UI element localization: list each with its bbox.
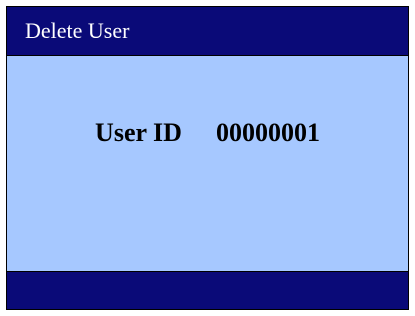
user-id-value: 00000001 [215, 118, 320, 147]
window-title: Delete User [25, 18, 130, 43]
user-id-label: User ID [95, 118, 182, 147]
user-id-row: User ID 00000001 [7, 118, 408, 148]
footer-bar [7, 272, 408, 309]
title-bar: Delete User [7, 7, 408, 55]
content-panel: User ID 00000001 [7, 56, 408, 271]
dialog-window: Delete User User ID 00000001 [6, 6, 409, 310]
